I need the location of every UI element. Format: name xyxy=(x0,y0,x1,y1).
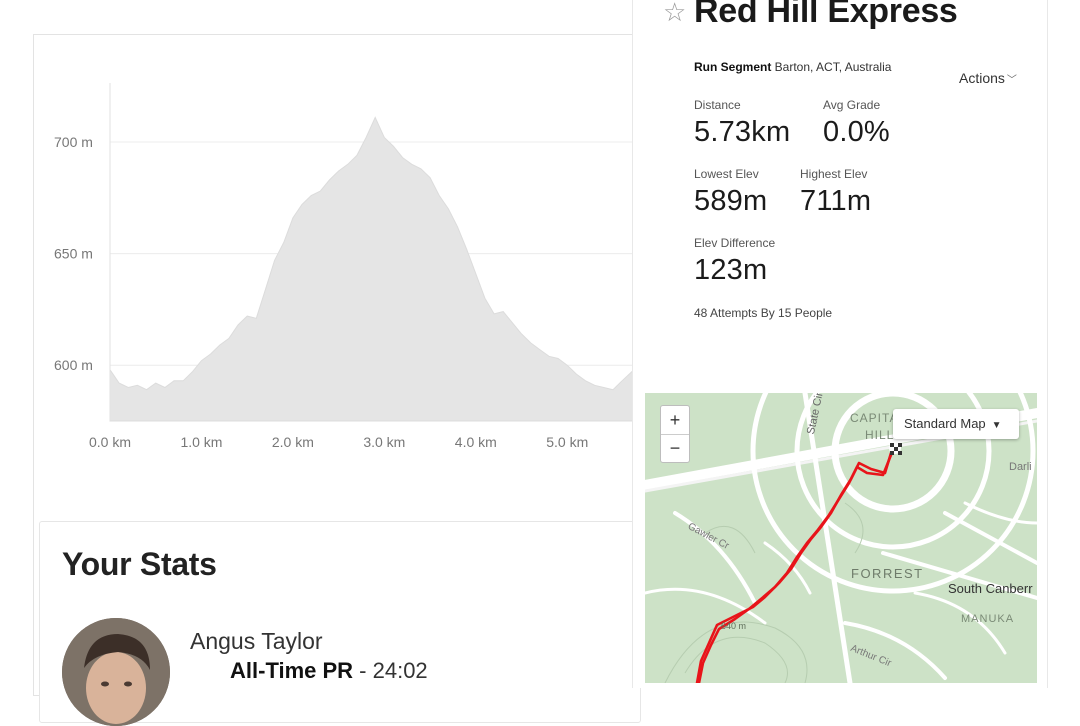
map-label-hill: HILL xyxy=(865,428,895,442)
elev-difference-label: Elev Difference xyxy=(694,236,776,250)
finish-flag-icon xyxy=(889,442,902,455)
x-tick-label: 1.0 km xyxy=(180,434,222,450)
athlete-avatar[interactable] xyxy=(62,618,170,726)
map-label-manuka: Manuka xyxy=(961,613,1015,625)
x-tick-label: 5.0 km xyxy=(546,434,588,450)
y-tick-label: 700 m xyxy=(54,134,93,150)
elev-difference-value: 123m xyxy=(694,254,768,286)
segment-type-location: Run Segment Barton, ACT, Australia xyxy=(694,60,891,74)
actions-label: Actions xyxy=(959,70,1005,86)
map-label-contour: 640 m xyxy=(721,621,747,631)
elevation-panel: 600 m 650 m 700 m 0.0 km 1.0 km 2.0 km 3.0 km 4… xyxy=(33,34,641,726)
caret-down-icon: ▼ xyxy=(991,420,1002,431)
map-label-south-canberra: South Canberr xyxy=(948,581,1033,596)
zoom-out-button[interactable]: − xyxy=(661,434,689,462)
elevation-area xyxy=(109,116,634,422)
elevation-chart: 600 m 650 m 700 m 0.0 km 1.0 km 2.0 km 3.0 km 4… xyxy=(54,83,634,450)
highest-elev-stat: Highest Elev 711m xyxy=(800,167,871,218)
distance-value: 5.73km xyxy=(694,116,791,148)
zoom-controls: + − xyxy=(660,405,690,463)
segment-type: Run Segment xyxy=(694,60,772,74)
segment-location: Barton, ACT, Australia xyxy=(771,60,892,74)
x-tick-label: 3.0 km xyxy=(363,434,405,450)
avg-grade-label: Avg Grade xyxy=(823,98,881,112)
avg-grade-value: 0.0% xyxy=(823,116,890,148)
segment-map[interactable]: CAPITAL HILL State Cir Darli Gawler Cr F… xyxy=(645,393,1037,683)
elev-difference-stat: Elev Difference 123m xyxy=(694,236,775,287)
your-stats-card: Your Stats Angus Taylor All-Time PR - 24… xyxy=(39,521,641,726)
actions-dropdown[interactable]: Actions ﹀ xyxy=(959,70,1017,86)
lowest-elev-label: Lowest Elev xyxy=(694,167,759,181)
map-type-label: Standard Map xyxy=(904,416,986,431)
distance-stat: Distance 5.73km xyxy=(694,98,790,149)
zoom-in-button[interactable]: + xyxy=(661,406,689,434)
lowest-elev-stat: Lowest Elev 589m xyxy=(694,167,767,218)
segment-title: Red Hill Express xyxy=(694,0,958,30)
all-time-pr: All-Time PR - 24:02 xyxy=(230,658,428,684)
pr-value: - 24:02 xyxy=(353,658,428,683)
distance-label: Distance xyxy=(694,98,741,112)
x-tick-label: 4.0 km xyxy=(455,434,497,450)
map-label-forrest: FORREST xyxy=(851,566,924,581)
x-tick-label: 2.0 km xyxy=(272,434,314,450)
lowest-elev-value: 589m xyxy=(694,185,768,217)
segment-panel: ☆ Red Hill Express Run Segment Barton, A… xyxy=(632,0,1048,688)
athlete-name-link[interactable]: Angus Taylor xyxy=(190,628,323,655)
map-type-dropdown[interactable]: Standard Map ▼ xyxy=(893,409,1019,439)
avg-grade-stat: Avg Grade 0.0% xyxy=(823,98,890,149)
map-label-darling: Darli xyxy=(1009,461,1032,473)
y-tick-label: 600 m xyxy=(54,357,93,373)
star-icon[interactable]: ☆ xyxy=(663,0,686,26)
x-tick-label: 0.0 km xyxy=(89,434,131,450)
highest-elev-value: 711m xyxy=(800,185,872,217)
your-stats-title: Your Stats xyxy=(62,546,217,582)
chevron-down-icon: ﹀ xyxy=(1006,75,1017,86)
highest-elev-label: Highest Elev xyxy=(800,167,868,181)
attempts-count: 48 Attempts By 15 People xyxy=(694,306,833,320)
pr-label: All-Time PR xyxy=(230,658,354,683)
y-tick-label: 650 m xyxy=(54,246,93,262)
